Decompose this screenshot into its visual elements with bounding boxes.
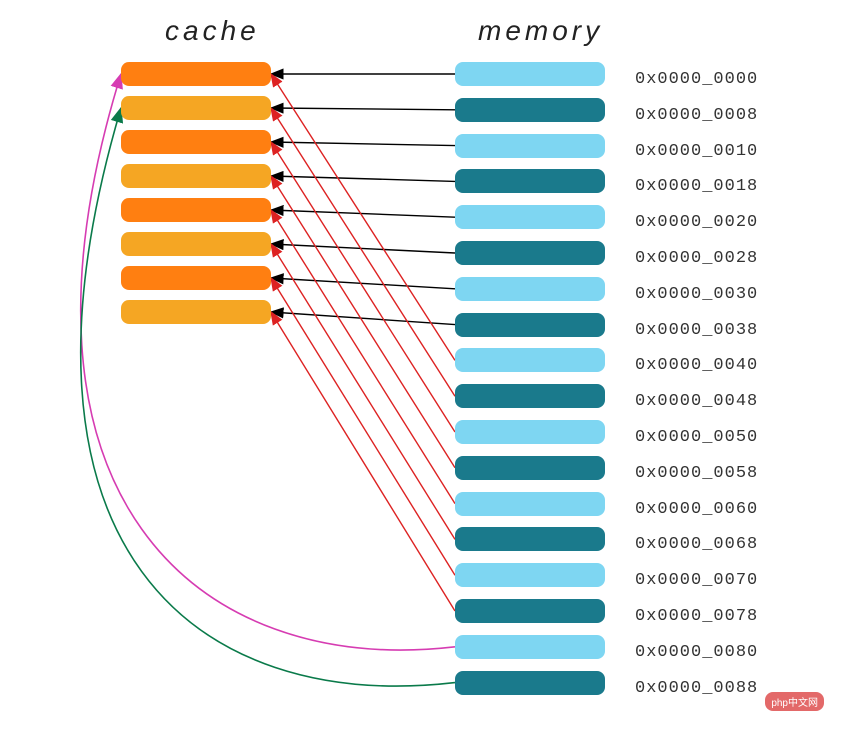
- address-10: 0x0000_0050: [635, 420, 758, 456]
- mapping-line-10: [271, 142, 455, 432]
- mapping-line-1: [271, 108, 455, 110]
- memory-line-0: [455, 62, 605, 86]
- address-2: 0x0000_0010: [635, 134, 758, 170]
- mapping-line-3: [271, 176, 455, 181]
- cache-line-4: [121, 198, 271, 222]
- mapping-line-8: [271, 74, 455, 360]
- mapping-line-14: [271, 278, 455, 575]
- address-5: 0x0000_0028: [635, 241, 758, 277]
- memory-title: memory: [478, 15, 603, 47]
- diagram-container: cache memory 0x0000_00000x0000_00080x000…: [0, 0, 844, 729]
- memory-line-1: [455, 98, 605, 122]
- cache-line-6: [121, 266, 271, 290]
- memory-line-11: [455, 456, 605, 480]
- cache-line-5: [121, 232, 271, 256]
- mapping-line-5: [271, 244, 455, 253]
- mapping-line-11: [271, 176, 455, 468]
- mapping-line-2: [271, 142, 455, 146]
- cache-line-3: [121, 164, 271, 188]
- mapping-line-12: [271, 210, 455, 504]
- address-1: 0x0000_0008: [635, 98, 758, 134]
- address-9: 0x0000_0048: [635, 384, 758, 420]
- cache-line-2: [121, 130, 271, 154]
- memory-line-10: [455, 420, 605, 444]
- mapping-line-7: [271, 312, 455, 325]
- memory-line-8: [455, 348, 605, 372]
- memory-line-2: [455, 134, 605, 158]
- memory-line-5: [455, 241, 605, 265]
- cache-line-0: [121, 62, 271, 86]
- cache-title: cache: [165, 15, 260, 47]
- memory-line-6: [455, 277, 605, 301]
- address-14: 0x0000_0070: [635, 563, 758, 599]
- memory-line-4: [455, 205, 605, 229]
- cache-line-1: [121, 96, 271, 120]
- cache-line-7: [121, 300, 271, 324]
- mapping-line-15: [271, 312, 455, 611]
- mapping-line-6: [271, 278, 455, 289]
- address-7: 0x0000_0038: [635, 313, 758, 349]
- address-0: 0x0000_0000: [635, 62, 758, 98]
- memory-line-14: [455, 563, 605, 587]
- memory-line-15: [455, 599, 605, 623]
- address-17: 0x0000_0088: [635, 671, 758, 707]
- mapping-line-16: [81, 74, 455, 650]
- address-13: 0x0000_0068: [635, 527, 758, 563]
- memory-line-16: [455, 635, 605, 659]
- mapping-line-17: [81, 108, 455, 686]
- watermark-badge: php中文网: [765, 692, 824, 711]
- memory-line-3: [455, 169, 605, 193]
- memory-line-12: [455, 492, 605, 516]
- address-6: 0x0000_0030: [635, 277, 758, 313]
- mapping-line-9: [271, 108, 455, 396]
- memory-line-9: [455, 384, 605, 408]
- memory-line-7: [455, 313, 605, 337]
- memory-line-13: [455, 527, 605, 551]
- address-11: 0x0000_0058: [635, 456, 758, 492]
- address-12: 0x0000_0060: [635, 492, 758, 528]
- address-list: 0x0000_00000x0000_00080x0000_00100x0000_…: [635, 62, 758, 706]
- mapping-line-4: [271, 210, 455, 217]
- mapping-line-13: [271, 244, 455, 539]
- address-15: 0x0000_0078: [635, 599, 758, 635]
- address-4: 0x0000_0020: [635, 205, 758, 241]
- address-16: 0x0000_0080: [635, 635, 758, 671]
- memory-line-17: [455, 671, 605, 695]
- address-3: 0x0000_0018: [635, 169, 758, 205]
- address-8: 0x0000_0040: [635, 348, 758, 384]
